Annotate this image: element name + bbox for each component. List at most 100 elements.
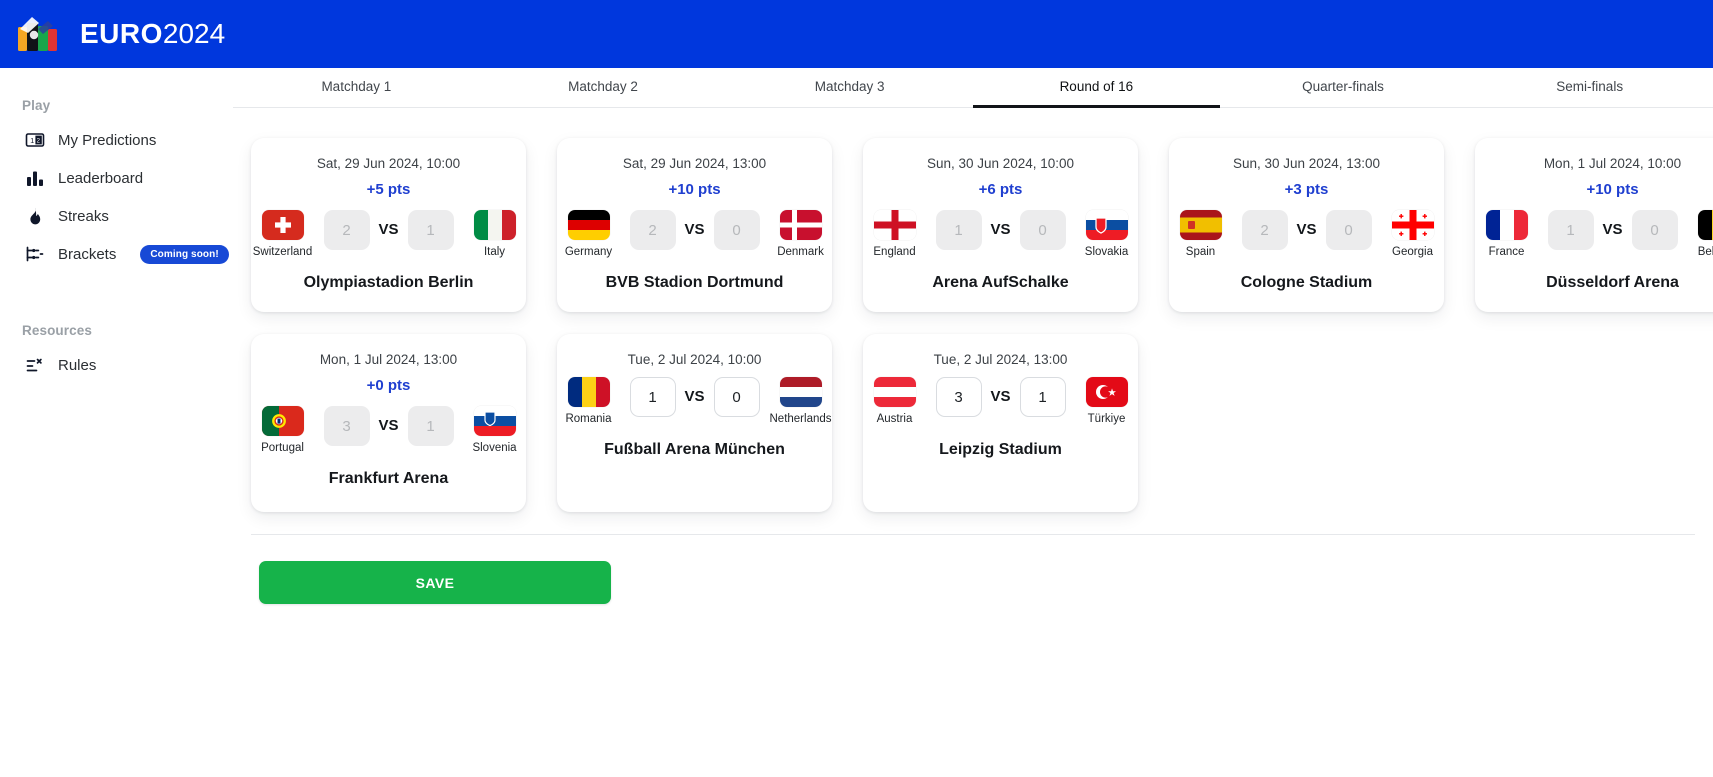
brand-year: 2024: [162, 18, 226, 49]
sidebar-item-label: My Predictions: [58, 131, 157, 149]
sidebar: Play 12 My Predictions Leaderboard Strea…: [0, 68, 233, 777]
match-card[interactable]: Sat, 29 Jun 2024, 10:00 +5 pts Switzerla…: [251, 138, 526, 312]
away-score-input[interactable]: 0: [1019, 210, 1066, 250]
away-score-input[interactable]: 0: [713, 377, 760, 417]
matchday-tabs: Matchday 1 Matchday 2 Matchday 3 Round o…: [233, 68, 1713, 108]
match-card[interactable]: Tue, 2 Jul 2024, 13:00 Austria 3 VS 1 Tü…: [863, 334, 1138, 512]
main-content: Matchday 1 Matchday 2 Matchday 3 Round o…: [233, 68, 1713, 777]
tab-matchday-2[interactable]: Matchday 2: [480, 79, 727, 108]
home-score-input[interactable]: 2: [1241, 210, 1288, 250]
team-name: Denmark: [777, 246, 824, 258]
coming-soon-badge: Coming soon!: [140, 244, 229, 264]
match-card[interactable]: Tue, 2 Jul 2024, 10:00 Romania 1 VS 0 Ne…: [557, 334, 832, 512]
vs-label: VS: [990, 221, 1011, 238]
away-score-input[interactable]: 1: [1019, 377, 1066, 417]
home-score-input[interactable]: 1: [629, 377, 676, 417]
home-team: Austria: [863, 377, 927, 425]
sidebar-item-label: Leaderboard: [58, 169, 144, 187]
sidebar-item-streaks[interactable]: Streaks: [0, 197, 233, 235]
home-score-input[interactable]: 1: [1547, 210, 1594, 250]
matches-area: Sat, 29 Jun 2024, 10:00 +5 pts Switzerla…: [233, 108, 1713, 604]
away-score-input[interactable]: 0: [713, 210, 760, 250]
match-points: +0 pts: [366, 377, 411, 394]
match-points: +10 pts: [1586, 181, 1639, 198]
sidebar-item-label: Brackets: [58, 245, 117, 263]
team-name: Italy: [483, 246, 506, 258]
match-venue: Leipzig Stadium: [939, 441, 1062, 458]
match-venue: Olympiastadion Berlin: [303, 274, 474, 291]
team-name: France: [1488, 246, 1525, 258]
away-score-input[interactable]: 1: [407, 406, 454, 446]
away-team: Belgium: [1687, 210, 1713, 258]
match-venue: BVB Stadion Dortmund: [605, 274, 784, 291]
brand-logo-text: EURO 2024: [80, 20, 225, 48]
away-team: Slovenia: [463, 406, 527, 454]
sidebar-item-label: Streaks: [58, 207, 109, 225]
home-score-input[interactable]: 2: [323, 210, 370, 250]
vs-label: VS: [684, 221, 705, 238]
match-teams: Portugal 3 VS 1 Slovenia: [251, 406, 527, 454]
match-card[interactable]: Sat, 29 Jun 2024, 13:00 +10 pts Germany …: [557, 138, 832, 312]
match-points: +5 pts: [366, 181, 411, 198]
match-teams: Romania 1 VS 0 Netherlands: [557, 377, 833, 425]
switzerland-flag-icon: [261, 210, 304, 240]
sidebar-section-play: Play: [22, 98, 51, 113]
austria-flag-icon: [873, 377, 916, 407]
match-venue: Fußball Arena München: [604, 441, 785, 458]
home-team: Switzerland: [251, 210, 315, 258]
match-card[interactable]: Mon, 1 Jul 2024, 10:00 +10 pts France 1 …: [1475, 138, 1713, 312]
sidebar-item-rules[interactable]: Rules: [0, 346, 233, 384]
tab-matchday-3[interactable]: Matchday 3: [726, 79, 973, 108]
vs-label: VS: [684, 388, 705, 405]
tab-round-of-16[interactable]: Round of 16: [973, 79, 1220, 108]
tab-matchday-1[interactable]: Matchday 1: [233, 79, 480, 108]
match-date: Sat, 29 Jun 2024, 13:00: [622, 156, 767, 171]
team-name: Switzerland: [252, 246, 313, 258]
vs-label: VS: [1296, 221, 1317, 238]
team-name: Romania: [565, 413, 612, 425]
sidebar-item-brackets[interactable]: Brackets Coming soon!: [0, 235, 233, 273]
italy-flag-icon: [473, 210, 516, 240]
vs-label: VS: [378, 417, 399, 434]
match-teams: Austria 3 VS 1 Türkiye: [863, 377, 1139, 425]
bracket-icon: [25, 244, 45, 264]
tab-semi-finals[interactable]: Semi-finals: [1466, 79, 1713, 108]
home-score-input[interactable]: 3: [935, 377, 982, 417]
match-card[interactable]: Sun, 30 Jun 2024, 10:00 +6 pts England 1…: [863, 138, 1138, 312]
match-card[interactable]: Sun, 30 Jun 2024, 13:00 +3 pts Spain 2 V…: [1169, 138, 1444, 312]
away-score-input[interactable]: 0: [1325, 210, 1372, 250]
match-date: Sun, 30 Jun 2024, 13:00: [1232, 156, 1381, 171]
match-date: Tue, 2 Jul 2024, 10:00: [627, 352, 762, 367]
save-button[interactable]: SAVE: [259, 561, 611, 604]
vs-label: VS: [990, 388, 1011, 405]
tab-quarter-finals[interactable]: Quarter-finals: [1220, 79, 1467, 108]
sidebar-item-leaderboard[interactable]: Leaderboard: [0, 159, 233, 197]
home-score-input[interactable]: 1: [935, 210, 982, 250]
brand-euro: EURO: [80, 18, 163, 49]
vs-label: VS: [378, 221, 399, 238]
home-score-input[interactable]: 3: [323, 406, 370, 446]
team-name: Belgium: [1697, 246, 1713, 258]
denmark-flag-icon: [779, 210, 822, 240]
match-teams: Spain 2 VS 0 Georgia: [1169, 210, 1445, 258]
away-team: Georgia: [1381, 210, 1445, 258]
match-teams: Switzerland 2 VS 1 Italy: [251, 210, 527, 258]
matches-row-1: Sat, 29 Jun 2024, 10:00 +5 pts Switzerla…: [233, 138, 1713, 312]
france-flag-icon: [1485, 210, 1528, 240]
netherlands-flag-icon: [779, 377, 822, 407]
sidebar-item-my-predictions[interactable]: 12 My Predictions: [0, 121, 233, 159]
sidebar-section-resources: Resources: [22, 323, 92, 338]
match-date: Tue, 2 Jul 2024, 13:00: [933, 352, 1068, 367]
away-team: Türkiye: [1075, 377, 1139, 425]
home-team: Spain: [1169, 210, 1233, 258]
flame-icon: [25, 206, 45, 226]
england-flag-icon: [873, 210, 916, 240]
home-score-input[interactable]: 2: [629, 210, 676, 250]
portugal-flag-icon: [261, 406, 304, 436]
save-area: SAVE: [233, 535, 1713, 604]
brand-logo[interactable]: EURO 2024: [12, 13, 225, 55]
away-score-input[interactable]: 0: [1631, 210, 1678, 250]
match-card[interactable]: Mon, 1 Jul 2024, 13:00 +0 pts Portugal 3…: [251, 334, 526, 512]
away-score-input[interactable]: 1: [407, 210, 454, 250]
